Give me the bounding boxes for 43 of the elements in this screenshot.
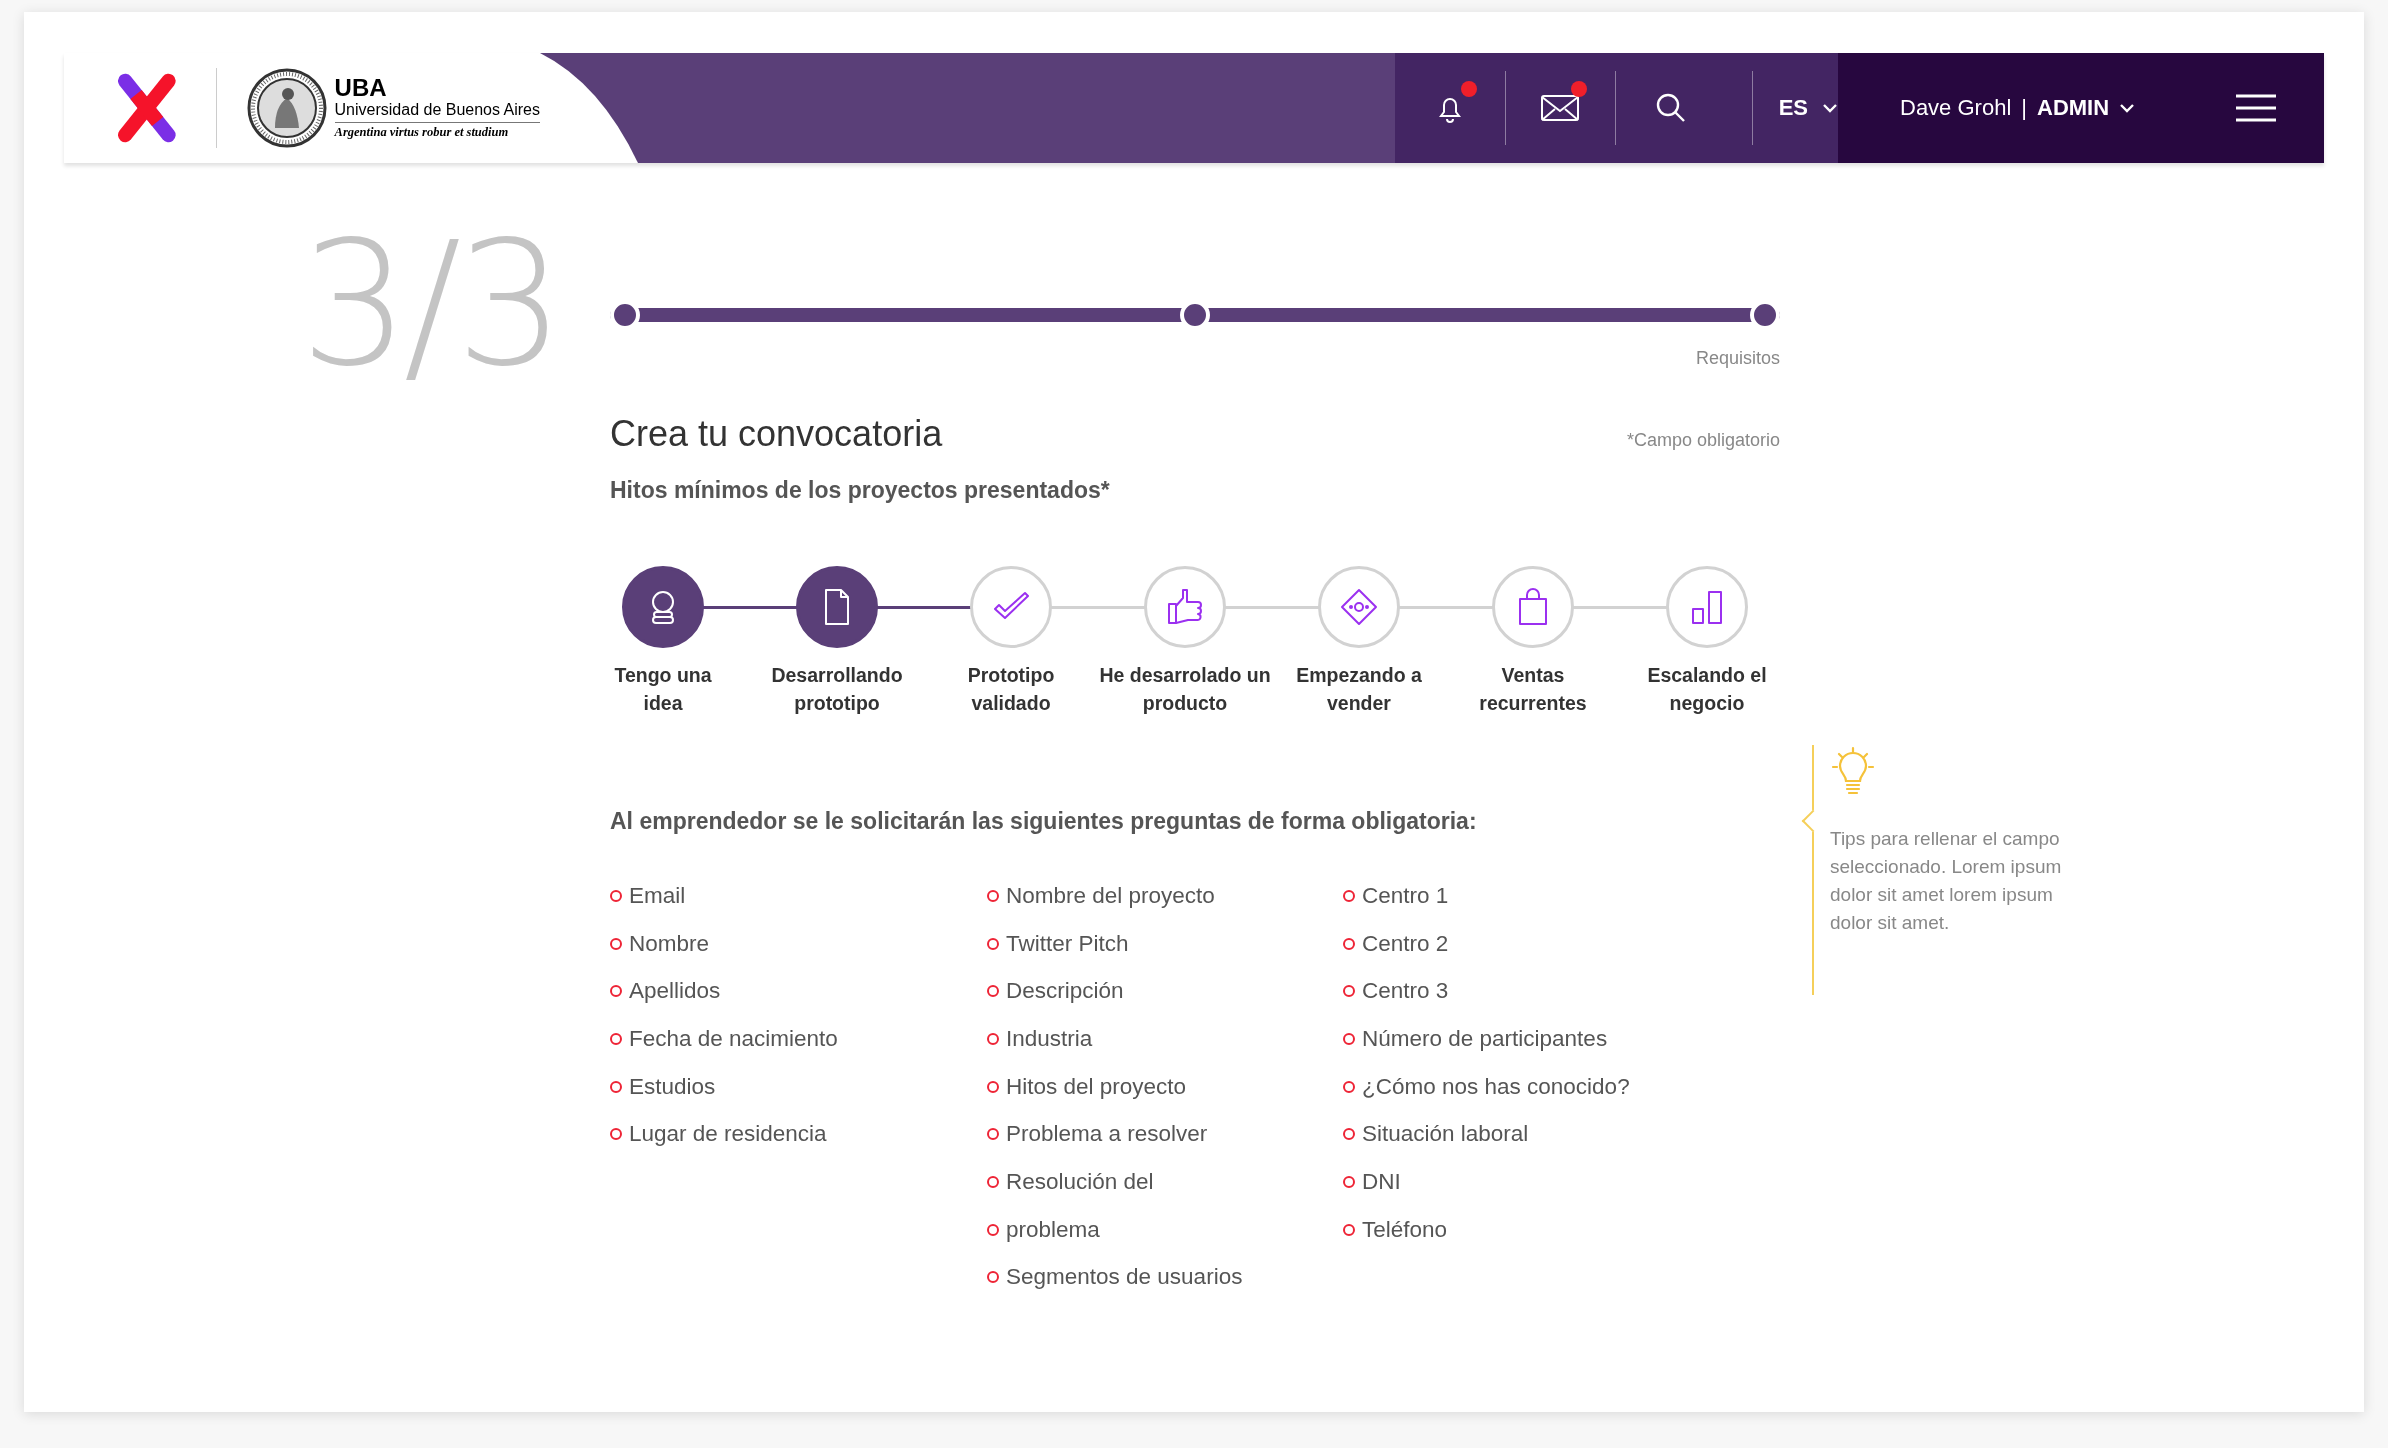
milestones-label: Hitos mínimos de los proyectos presentados*	[610, 477, 1110, 504]
question-item: Industria	[1006, 1025, 1093, 1052]
milestone-label: Escalando el negocio	[1647, 663, 1767, 716]
university-motto: Argentina virtus robur et studium	[334, 123, 510, 141]
milestone-label: Prototipo validado	[967, 663, 1055, 716]
question-item: Centro 1	[1362, 882, 1449, 909]
question-item: problema	[1006, 1216, 1100, 1243]
question-item: ¿Cómo nos has conocido?	[1362, 1073, 1630, 1100]
question-item: Nombre	[629, 930, 710, 957]
question-item: Twitter Pitch	[1006, 930, 1129, 957]
user-separator: |	[2021, 95, 2027, 121]
milestone-label: Tengo una idea	[614, 663, 712, 716]
user-name: Dave Grohl	[1900, 95, 2012, 121]
question-item: Apellidos	[629, 978, 721, 1005]
tip-text: Tips para rellenar el campo seleccionado. Lorem ipsum dolor sit amet lorem ipsum dolor sit amet.	[1830, 827, 2063, 935]
milestone-label: Desarrollando prototipo	[771, 663, 903, 716]
user-role: ADMIN	[2037, 95, 2110, 121]
question-item: Estudios	[629, 1073, 716, 1100]
milestone-label: He desarrolado un producto	[1099, 663, 1271, 716]
question-item: Nombre del proyecto	[1006, 882, 1215, 909]
milestone-label: Ventas recurrentes	[1479, 663, 1587, 716]
question-item: Problema a resolver	[1006, 1121, 1208, 1148]
question-item: Descripción	[1006, 978, 1124, 1005]
question-item: Situación laboral	[1362, 1121, 1529, 1148]
question-item: Número de participantes	[1362, 1025, 1608, 1052]
question-item: Teléfono	[1362, 1216, 1448, 1243]
logo-acronym: UBA	[334, 75, 388, 100]
question-item: Centro 3	[1362, 978, 1449, 1005]
page-title: Crea tu convocatoria	[610, 413, 943, 455]
step-counter: 3/3	[300, 219, 559, 391]
question-item: Segmentos de usuarios	[1006, 1264, 1243, 1291]
required-note: *Campo obligatorio	[1626, 430, 1780, 451]
milestone-label: Empezando a vender	[1296, 663, 1422, 716]
question-item: Lugar de residencia	[629, 1121, 827, 1148]
questions-heading: Al emprendedor se le solicitarán las siguientes preguntas de forma obligatoria:	[610, 808, 1477, 835]
user-menu-button[interactable]: Dave Grohl | ADMIN	[1900, 95, 2136, 121]
question-item: Centro 2	[1362, 930, 1449, 957]
question-item: Resolución del	[1006, 1168, 1154, 1195]
question-item: Fecha de nacimiento	[629, 1025, 838, 1052]
progress-step-label: Requisitos	[1695, 348, 1780, 369]
question-item: DNI	[1362, 1168, 1401, 1195]
question-item: Hitos del proyecto	[1006, 1073, 1187, 1100]
question-item: Email	[629, 882, 686, 909]
